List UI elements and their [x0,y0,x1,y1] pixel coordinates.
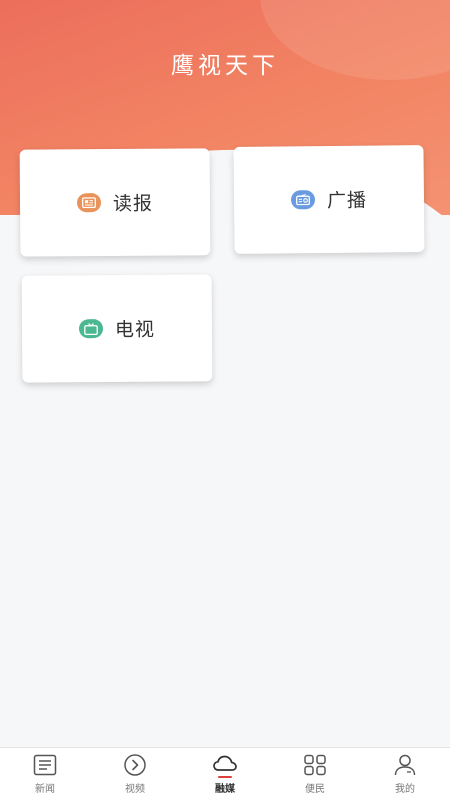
radio-icon [290,190,316,210]
tab-label: 融媒 [215,784,235,795]
tab-label: 便民 [305,784,325,795]
play-circle-icon [123,754,147,776]
user-icon [393,754,417,776]
card-label: 广播 [326,189,368,213]
card-read-newspaper[interactable]: 读报 [19,148,211,257]
tab-video[interactable]: 视频 [90,748,180,800]
card-tv[interactable]: 电视 [21,274,213,383]
card-label: 电视 [114,318,156,342]
newspaper-icon [76,193,102,213]
bottom-tab-bar: 新闻 视频 融媒 便民 我的 [0,747,450,800]
tab-news[interactable]: 新闻 [0,748,90,800]
card-label: 读报 [112,192,154,216]
grid-apps-icon [303,754,327,776]
tab-label: 视频 [125,784,145,795]
tab-services[interactable]: 便民 [270,748,360,800]
tab-profile[interactable]: 我的 [360,748,450,800]
tab-label: 我的 [395,784,415,795]
tv-icon [78,319,104,339]
page-title: 鹰视天下 [171,53,279,79]
active-tab-indicator [218,776,232,778]
tab-media[interactable]: 融媒 [180,748,270,800]
cloud-icon [212,754,238,776]
news-list-icon [33,754,57,776]
tab-label: 新闻 [35,784,55,795]
card-radio[interactable]: 广播 [233,145,425,254]
